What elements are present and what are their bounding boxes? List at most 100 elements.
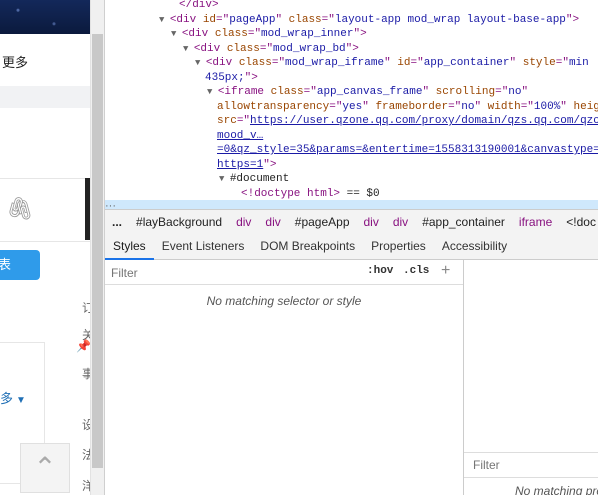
breadcrumb-item[interactable]: <!doc [559, 210, 598, 234]
dom-node-line[interactable]: ▼ <div class="mod_wrap_inner"> [171, 27, 367, 42]
dom-token: 100% [533, 100, 561, 113]
breadcrumb-item[interactable]: #pageApp [288, 210, 357, 234]
dom-node-line[interactable]: src="https://user.qzone.qq.com/proxy/dom… [217, 114, 598, 129]
dom-token: =" [448, 100, 462, 113]
dom-token: class [270, 86, 304, 98]
expand-triangle-icon[interactable]: ▼ [171, 29, 182, 39]
dom-node-line[interactable]: ▼ <div id="pageApp" class="layout-app mo… [159, 13, 579, 28]
dom-token: </div> [179, 0, 219, 11]
dom-token: <iframe [217, 86, 271, 98]
dom-token: pageApp [229, 13, 276, 26]
dom-token: " [384, 57, 398, 69]
dom-token: <div [205, 57, 239, 69]
dom-node-line[interactable]: ▼ <div class="mod_wrap_iframe" id="app_c… [195, 56, 589, 71]
breadcrumb-item[interactable]: iframe [512, 210, 559, 234]
dom-token: "> [263, 158, 277, 171]
tab-accessibility[interactable]: Accessibility [434, 234, 515, 259]
dom-token: layout-app mod_wrap layout-base-app [334, 13, 566, 26]
publish-button[interactable]: 表 [0, 250, 40, 280]
dom-token: " [422, 86, 436, 98]
dom-node-line[interactable]: </div> [179, 0, 219, 13]
more-link[interactable]: 更多 [2, 52, 28, 71]
dom-token: app_canvas_frame [316, 86, 423, 98]
dom-token: <div [181, 28, 215, 40]
tab-dom-breakpoints[interactable]: DOM Breakpoints [252, 234, 363, 259]
paperclip-icon[interactable]: 🖇 [6, 196, 34, 222]
dom-token: class [238, 57, 272, 69]
dom-node-line[interactable]: =0&qz_style=35&params=&entertime=1558313… [217, 143, 598, 158]
dom-token: allowtransparency [217, 100, 330, 113]
back-to-top-button[interactable]: ⌃ [20, 443, 70, 493]
dom-token: 435px; [205, 71, 245, 84]
expand-triangle-icon[interactable]: ▼ [183, 44, 194, 54]
dom-token: id [202, 13, 217, 26]
hover-state-toggle[interactable]: :hov [367, 265, 393, 277]
more-dropdown[interactable]: 多 ▼ [0, 388, 26, 407]
new-style-rule-button[interactable]: + [441, 262, 450, 280]
breadcrumb-item[interactable]: #layBackground [129, 210, 229, 234]
dom-token[interactable]: https=1 [217, 159, 263, 171]
dom-token: no [461, 100, 475, 113]
expand-triangle-icon[interactable]: ▼ [207, 87, 218, 97]
class-toggle[interactable]: .cls [403, 265, 429, 277]
dom-node-line[interactable]: ▼ #document [219, 172, 289, 187]
dom-token: yes [342, 100, 363, 113]
dom-token: width [487, 100, 521, 113]
dom-token: =" [329, 100, 343, 113]
dom-token: " [275, 13, 289, 26]
dom-token: "> [345, 42, 359, 55]
dom-token: style [522, 57, 556, 69]
dom-token: " [509, 57, 523, 69]
dom-node-line[interactable]: ▼ <iframe class="app_canvas_frame" scrol… [207, 85, 528, 100]
dom-token[interactable]: =0&qz_style=35&params=&entertime=1558313… [217, 144, 598, 156]
dom-token[interactable]: mood_v… [217, 130, 263, 142]
dom-node-line[interactable]: ▼ <div class="mod_wrap_bd"> [183, 42, 359, 57]
computed-filter-input[interactable] [471, 456, 595, 474]
expand-triangle-icon[interactable]: ▼ [195, 58, 206, 68]
dom-token: == $0 [340, 187, 380, 200]
elements-tree[interactable]: </div> ▼ <div id="pageApp" class="layout-… [105, 0, 598, 203]
computed-empty-message: No matching pro [515, 484, 598, 495]
web-page-viewport: 更多 🖇 表 多 ▼ 📌 订 关 事 设 法 洋 ⌃ [0, 0, 104, 495]
dom-node-line[interactable]: mood_v… [217, 129, 263, 144]
dom-token: " [560, 100, 574, 113]
page-scrollbar-thumb[interactable] [92, 34, 103, 468]
dom-token: src [217, 115, 237, 127]
tab-event-listeners[interactable]: Event Listeners [154, 234, 253, 259]
dom-token: mod_wrap_bd [273, 42, 346, 55]
caret-down-icon: ▼ [16, 395, 26, 406]
dom-token: frameborder [375, 100, 449, 113]
dom-token: =" [410, 57, 424, 69]
expand-triangle-icon[interactable]: ▼ [159, 15, 170, 25]
breadcrumb-item[interactable]: div [258, 210, 287, 234]
divider-band [0, 86, 90, 108]
dom-token: #document [229, 173, 290, 185]
dom-token: =" [303, 86, 317, 98]
dom-token: min [568, 57, 589, 69]
dom-breadcrumb: ... #layBackground div div #pageApp div div #ap… [105, 209, 598, 235]
tab-properties[interactable]: Properties [363, 234, 434, 259]
dom-token: =" [216, 13, 230, 26]
dom-token: mod_wrap_iframe [285, 57, 385, 69]
header-banner [0, 0, 90, 34]
dom-token[interactable]: https://user.qzone.qq.com/proxy/domain/q… [250, 115, 598, 127]
breadcrumb-item[interactable]: div [386, 210, 415, 234]
dom-node-line[interactable]: https=1"> [217, 158, 276, 173]
dom-token: class [288, 13, 322, 26]
breadcrumb-item[interactable]: ... [105, 210, 129, 234]
dom-node-line[interactable]: 435px;"> [205, 71, 258, 86]
dom-token: no [508, 86, 522, 98]
dom-token: id [397, 57, 411, 69]
dom-token: =" [259, 42, 274, 55]
dom-token: class [214, 28, 248, 40]
dom-token: <div [169, 13, 203, 26]
expand-triangle-icon[interactable]: ▼ [219, 174, 230, 184]
dom-node-line[interactable]: allowtransparency="yes" frameborder="no"… [217, 100, 598, 115]
tab-styles[interactable]: Styles [105, 235, 154, 260]
dom-token: "> [244, 71, 258, 84]
breadcrumb-item[interactable]: #app_container [415, 210, 512, 234]
breadcrumb-item[interactable]: div [357, 210, 386, 234]
styles-filter-input[interactable] [109, 264, 353, 282]
breadcrumb-item[interactable]: div [229, 210, 258, 234]
dom-token: =" [555, 57, 569, 69]
